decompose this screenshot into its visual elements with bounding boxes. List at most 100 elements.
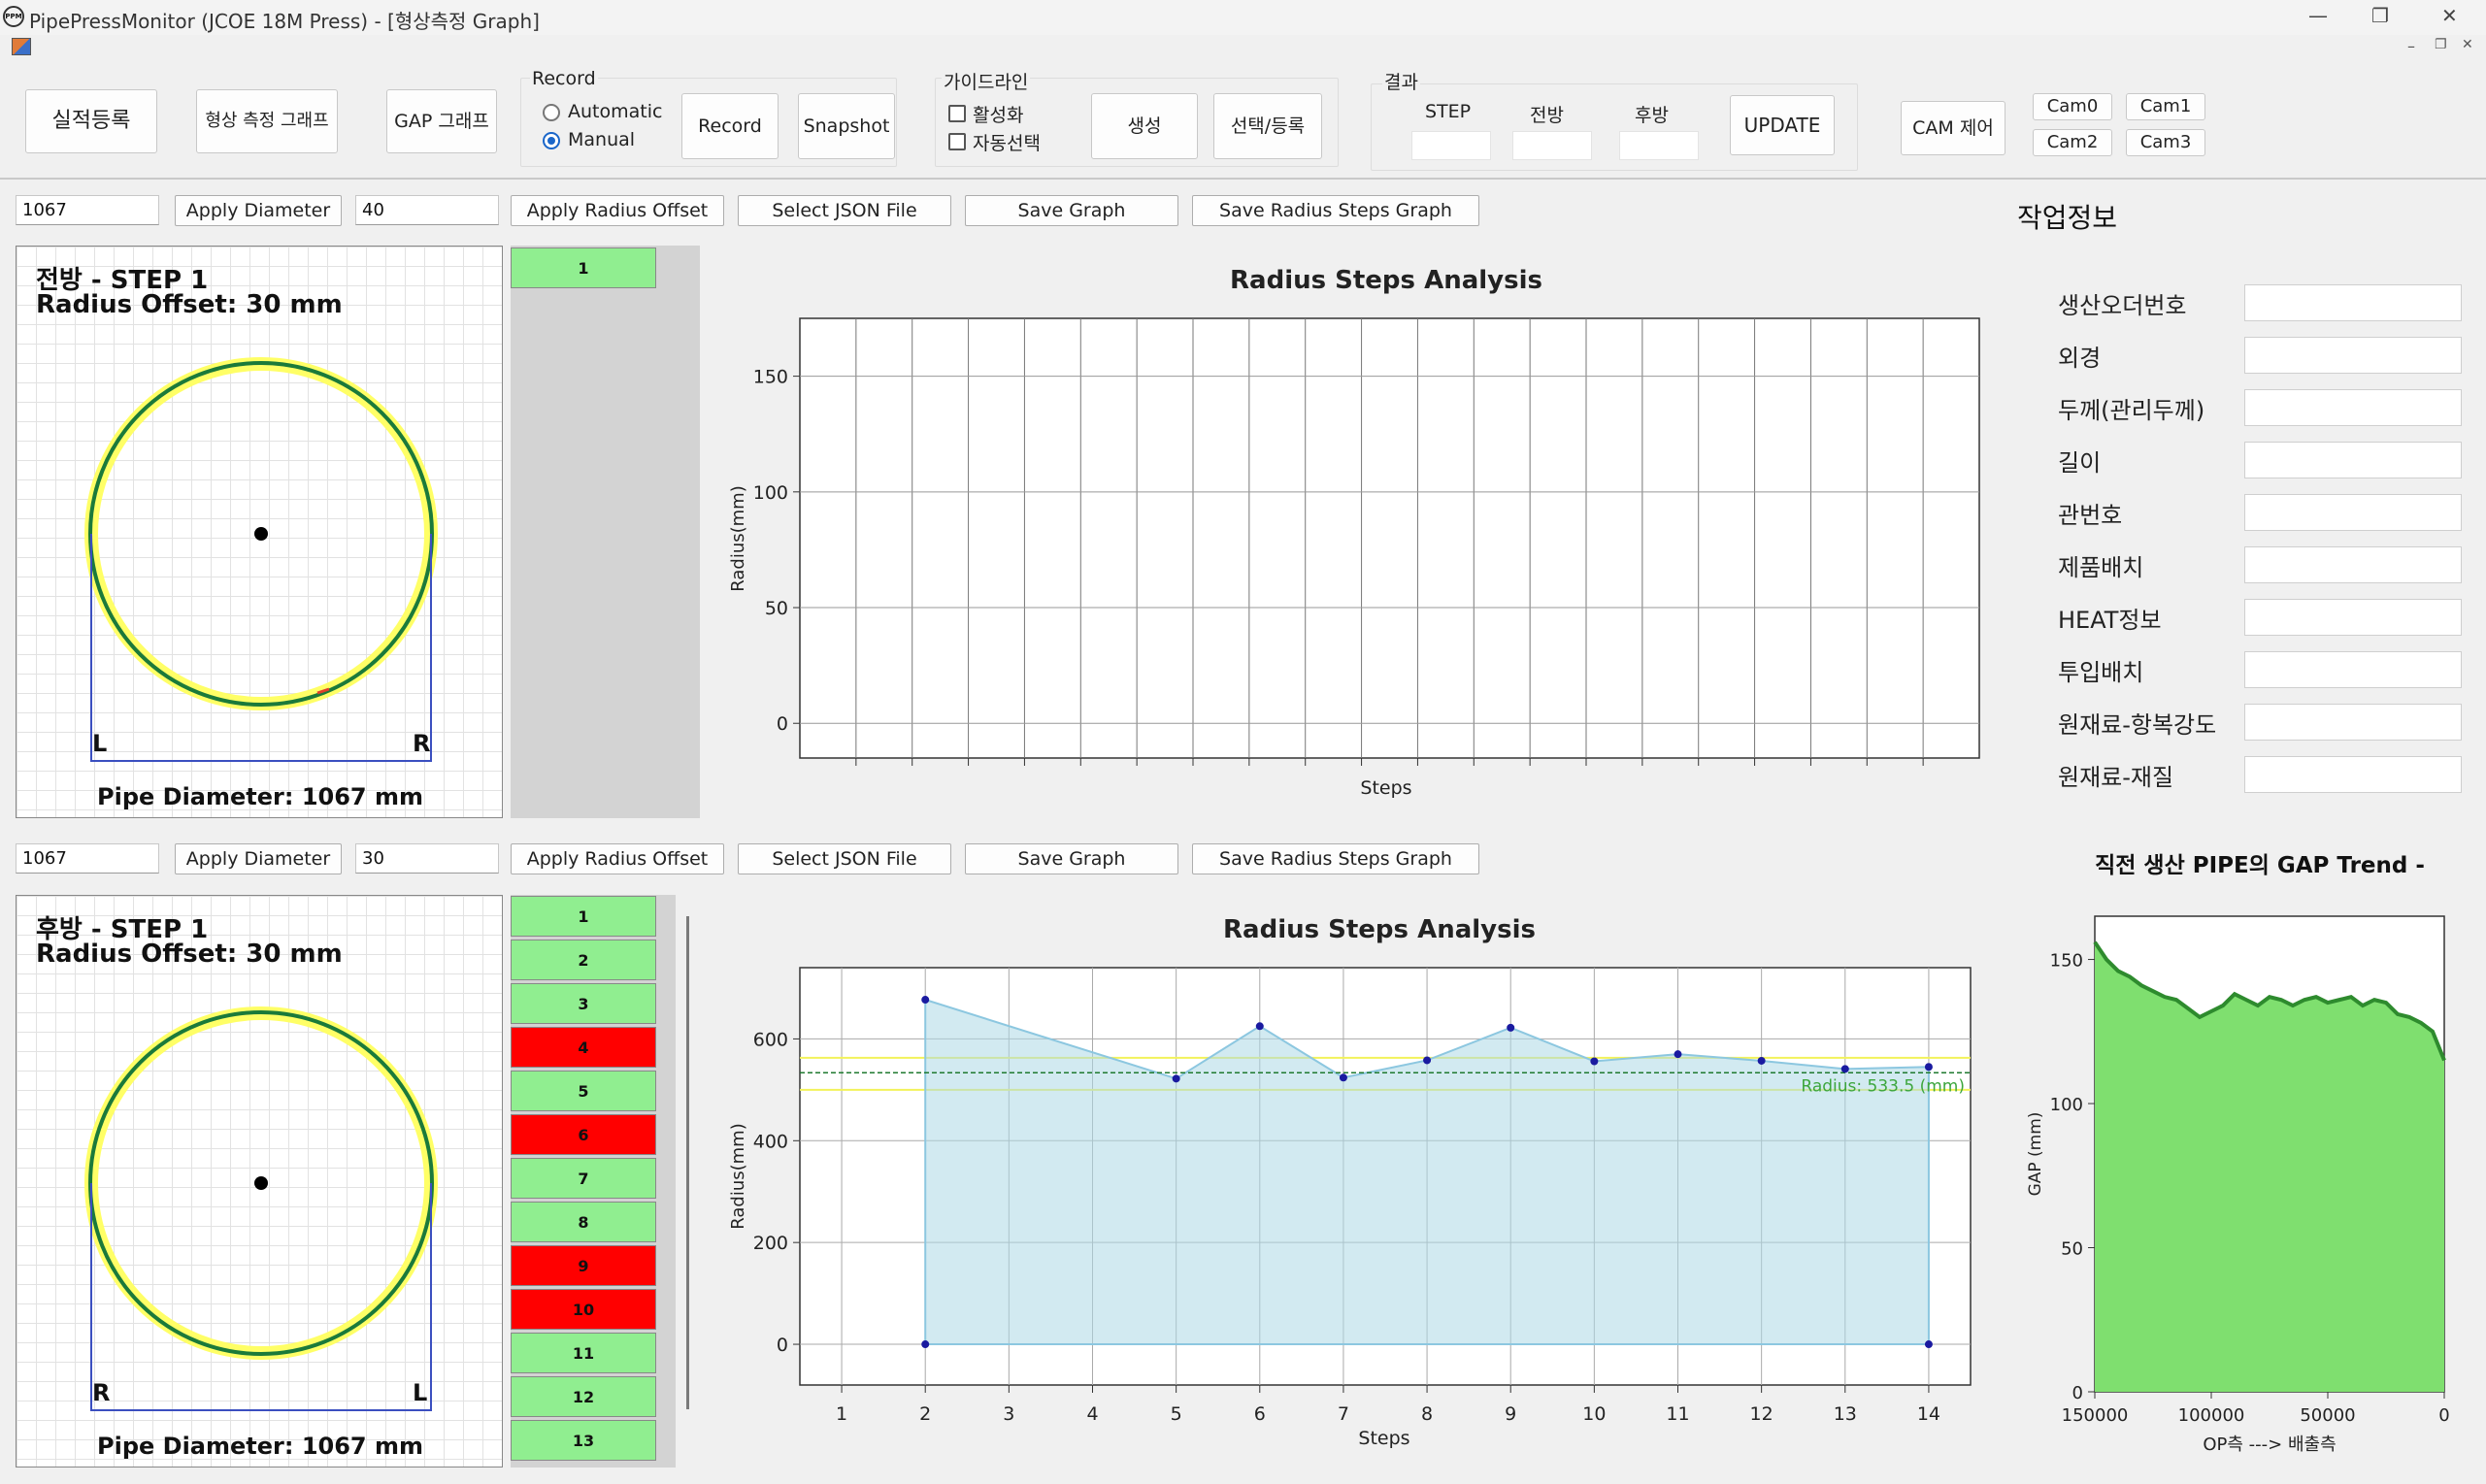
front-result-field[interactable] [1512,131,1592,160]
step-label: 10 [572,1300,595,1319]
step-button[interactable]: 4 [511,1027,656,1068]
y-axis-label: Radius(mm) [728,485,748,591]
front-step-list: 1 [511,246,700,818]
info-field-input[interactable] [2244,756,2462,793]
front-apply-diameter-button[interactable]: Apply Diameter [175,195,342,226]
minimize-button[interactable]: — [2308,4,2328,27]
x-tick-label: 2 [919,1403,931,1425]
front-diameter-input[interactable]: 1067 [16,195,159,225]
gap-graph-button[interactable]: GAP 그래프 [386,89,497,153]
y-tick-label: 150 [2050,951,2083,972]
autoselect-checkbox-label: 자동선택 [973,133,1041,154]
info-field-label: 관번호 [2058,502,2123,529]
x-tick-label: 0 [2438,1405,2449,1426]
snapshot-button[interactable]: Snapshot [798,93,895,159]
back-step-scrollbar[interactable] [686,916,689,1409]
back-diameter-input[interactable]: 1067 [16,843,159,874]
info-field-input[interactable] [2244,284,2462,321]
info-field-label: 원재료-항복강도 [2058,711,2217,739]
info-field-input[interactable] [2244,442,2462,478]
cam2-button[interactable]: Cam2 [2033,129,2112,156]
x-axis-label: Steps [1358,1428,1409,1449]
mdi-restore-button[interactable]: ❐ [2435,37,2447,52]
step-button[interactable]: 2 [511,940,656,980]
step-button[interactable]: 3 [511,983,656,1024]
step-button[interactable]: 12 [511,1376,656,1417]
info-field-input[interactable] [2244,599,2462,636]
front-save-graph-button[interactable]: Save Graph [965,195,1178,226]
step-button[interactable]: 8 [511,1202,656,1242]
step-button[interactable]: 1 [511,896,656,937]
window-title: PipePressMonitor (JCOE 18M Press) - [형상측… [29,10,540,33]
mdi-minimize-button[interactable]: – [2407,37,2415,55]
data-point [1255,1022,1264,1031]
back-save-graph-button[interactable]: Save Graph [965,843,1178,874]
front-apply-offset-button[interactable]: Apply Radius Offset [511,195,724,226]
step-button[interactable]: 6 [511,1114,656,1155]
mdi-close-button[interactable]: ✕ [2462,37,2473,52]
app-icon: PPM [3,6,24,27]
back-offset-input[interactable]: 30 [355,843,499,874]
create-guideline-button[interactable]: 생성 [1091,93,1198,159]
select-register-button[interactable]: 선택/등록 [1213,93,1322,159]
back-apply-diameter-button[interactable]: Apply Diameter [175,843,342,874]
back-left-mark: R [92,1379,111,1406]
step-button[interactable]: 5 [511,1071,656,1111]
back-save-steps-graph-button[interactable]: Save Radius Steps Graph [1192,843,1479,874]
info-field-label: HEAT정보 [2058,607,2162,634]
data-point [921,1340,930,1349]
update-button[interactable]: UPDATE [1730,95,1835,155]
cam0-button[interactable]: Cam0 [2033,93,2112,120]
results-register-button[interactable]: 실적등록 [25,89,157,153]
step-button[interactable]: 10 [511,1289,656,1330]
step-result-field[interactable] [1411,131,1491,160]
record-button[interactable]: Record [681,93,779,159]
info-field-label: 두께(관리두께) [2058,397,2205,424]
info-field-input[interactable] [2244,704,2462,741]
child-window-icon [12,38,31,55]
shape-graph-button[interactable]: 형상 측정 그래프 [196,89,338,153]
x-tick-label: 8 [1421,1403,1433,1425]
info-field-label: 원재료-재질 [2058,764,2174,791]
cam1-button[interactable]: Cam1 [2126,93,2205,120]
info-field-input[interactable] [2244,494,2462,531]
autoselect-checkbox[interactable] [948,133,966,150]
data-point [1924,1063,1933,1072]
step-button[interactable]: 9 [511,1245,656,1286]
cam-control-button[interactable]: CAM 제어 [1901,101,2005,155]
x-tick-label: 1 [836,1403,847,1425]
close-button[interactable]: ✕ [2441,4,2458,27]
info-field-input[interactable] [2244,389,2462,426]
back-result-field[interactable] [1619,131,1699,160]
step-button[interactable]: 11 [511,1333,656,1373]
info-field-input[interactable] [2244,651,2462,688]
back-apply-offset-button[interactable]: Apply Radius Offset [511,843,724,874]
chart-title: Radius Steps Analysis [1223,915,1536,944]
activate-checkbox[interactable] [948,105,966,122]
restore-button[interactable]: ❐ [2371,4,2389,27]
step-label: 11 [572,1343,595,1363]
automatic-radio[interactable] [543,104,560,121]
mdi-bar: – ❐ ✕ [0,35,2486,62]
front-diameter-text: Pipe Diameter: 1067 mm [97,783,423,810]
front-save-steps-graph-button[interactable]: Save Radius Steps Graph [1192,195,1479,226]
cam3-button[interactable]: Cam3 [2126,129,2205,156]
info-field-input[interactable] [2244,546,2462,583]
y-tick-label: 150 [753,367,788,388]
step-label: 9 [578,1256,589,1275]
x-tick-label: 9 [1505,1403,1516,1425]
activate-checkbox-label: 활성화 [973,105,1024,126]
step-button[interactable]: 7 [511,1158,656,1199]
info-field-input[interactable] [2244,337,2462,374]
x-tick-label: 10 [1582,1403,1606,1425]
step-label: 1 [578,258,589,278]
step-button[interactable]: 13 [511,1420,656,1461]
y-tick-label: 50 [765,598,788,619]
data-point [1507,1023,1515,1032]
back-select-json-button[interactable]: Select JSON File [738,843,951,874]
gap-trend-chart: 150000 100000 50000 0 0 50 100 150 OP측 ---> 배출측 G… [2026,915,2450,1455]
front-select-json-button[interactable]: Select JSON File [738,195,951,226]
front-offset-input[interactable]: 40 [355,195,499,225]
step-button[interactable]: 1 [511,247,656,288]
manual-radio[interactable] [543,132,560,149]
